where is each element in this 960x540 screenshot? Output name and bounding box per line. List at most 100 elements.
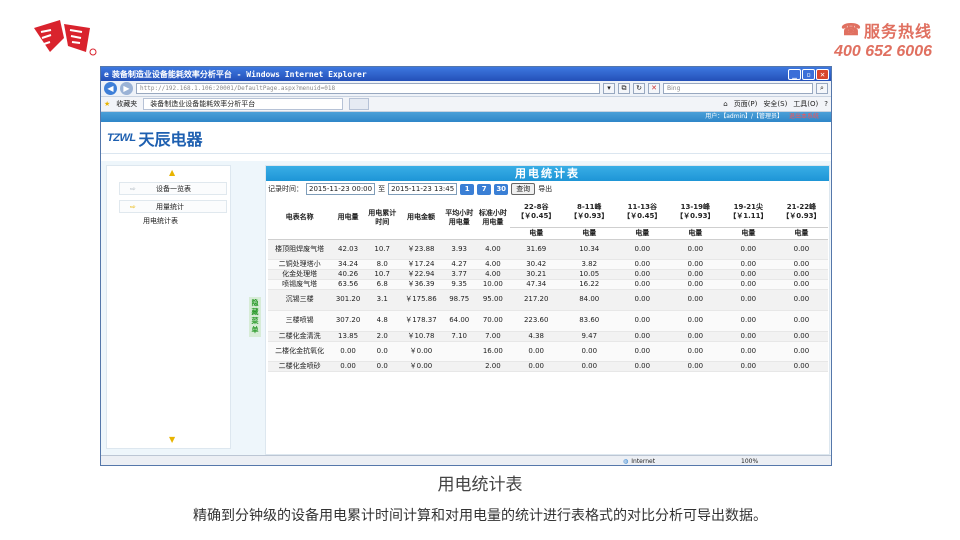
slide-caption: 用电统计表 xyxy=(437,475,523,495)
close-button[interactable]: ✕ xyxy=(816,68,829,80)
cell-p1: 4.38 xyxy=(509,331,563,342)
cell-p6: 0.00 xyxy=(774,259,828,270)
zone-label: Internet xyxy=(631,457,656,465)
cell-p2: 83.60 xyxy=(562,310,616,332)
table-row: 喷锡废气塔 63.56 6.8 ￥36.39 9.35 10.00 47.34 … xyxy=(268,279,828,290)
cell-avg: 7.10 xyxy=(442,331,477,342)
cell-time: 0.0 xyxy=(364,341,400,362)
header-sub: 电量 xyxy=(721,227,775,240)
cell-avg: 3.93 xyxy=(442,239,477,260)
minimize-button[interactable]: _ xyxy=(788,68,801,80)
header-usage: 用电量 xyxy=(331,197,365,240)
cell-p2: 3.82 xyxy=(562,259,616,270)
compat-icon[interactable]: ⧉ xyxy=(618,83,630,94)
address-bar: ◀ ▶ http://192.168.1.106:20001/DefaultPa… xyxy=(101,81,831,97)
cell-time: 4.8 xyxy=(364,310,400,332)
cell-p3: 0.00 xyxy=(615,269,669,280)
browser-tab[interactable]: 装备制造业设备能耗效率分析平台 xyxy=(143,98,344,110)
sidebar-item-label: 设备一览表 xyxy=(156,185,191,193)
arrow-right-icon: ⇨ xyxy=(130,185,136,193)
dropdown-icon[interactable]: ▾ xyxy=(603,83,615,94)
cell-p1: 0.00 xyxy=(509,361,563,372)
cell-p2: 84.00 xyxy=(562,289,616,311)
cell-usage: 42.03 xyxy=(331,239,365,260)
table-row: 化金处理塔 40.26 10.7 ￥22.94 3.77 4.00 30.21 … xyxy=(268,269,828,280)
sidebar-subitem-power-table[interactable]: 用电统计表 xyxy=(143,216,178,226)
cell-name: 喷锡废气塔 xyxy=(268,279,332,290)
cell-p4: 0.00 xyxy=(668,361,722,372)
cell-p3: 0.00 xyxy=(615,239,669,260)
hide-menu-toggle[interactable]: 隐藏菜单 xyxy=(249,297,261,337)
cell-avg: 9.35 xyxy=(442,279,477,290)
maximize-button[interactable]: ▫ xyxy=(802,68,815,80)
favorites-star-icon[interactable]: ★ xyxy=(104,100,110,108)
cell-p5: 0.00 xyxy=(721,361,775,372)
cell-std: 16.00 xyxy=(476,341,510,362)
window-titlebar[interactable]: e 装备制造业设备能耗效率分析平台 - Windows Internet Exp… xyxy=(101,67,831,81)
home-icon[interactable]: ⌂ xyxy=(723,100,727,108)
cell-std: 4.00 xyxy=(476,259,510,270)
favorites-button[interactable]: 收藏夹 xyxy=(116,99,137,109)
status-bar: ◍ Internet 100% xyxy=(101,455,831,465)
zoom-control[interactable]: 100% xyxy=(741,458,758,465)
end-time-input[interactable]: 2015-11-23 13:45 xyxy=(388,183,458,195)
search-icon[interactable]: ⌕ xyxy=(816,83,828,94)
table-row: 二楼化金清洗 13.85 2.0 ￥10.78 7.10 7.00 4.38 9… xyxy=(268,331,828,342)
header-sub: 电量 xyxy=(509,227,563,240)
start-time-input[interactable]: 2015-11-23 00:00 xyxy=(306,183,376,195)
arrow-up-icon[interactable]: ▲ xyxy=(169,168,175,177)
range-1-button[interactable]: 1 xyxy=(460,183,475,195)
range-30-button[interactable]: 30 xyxy=(494,183,509,195)
brand: TZWL 天辰电器 xyxy=(107,126,203,150)
cell-p3: 0.00 xyxy=(615,331,669,342)
cell-p6: 0.00 xyxy=(774,289,828,311)
arrow-down-icon[interactable]: ▼ xyxy=(169,435,175,444)
new-tab-button[interactable] xyxy=(349,98,370,110)
hotline-label: 服务热线 xyxy=(863,24,932,41)
cell-p4: 0.00 xyxy=(668,269,722,280)
table-row: 沉锡三楼 301.20 3.1 ￥175.86 98.75 95.00 217.… xyxy=(268,289,828,311)
cell-p1: 0.00 xyxy=(509,341,563,362)
table-row: 二楼化金抗氧化 0.00 0.0 ￥0.00 16.00 0.00 0.00 0… xyxy=(268,341,828,362)
brand-mark: TZWL xyxy=(107,131,136,144)
user-bar: 用户：【admin】/【管理员】 退出本系统 xyxy=(101,112,831,122)
search-input[interactable]: Bing xyxy=(663,83,813,94)
address-input[interactable]: http://192.168.1.106:20001/DefaultPage.a… xyxy=(136,83,600,94)
cell-p5: 0.00 xyxy=(721,259,775,270)
window-title: 装备制造业设备能耗效率分析平台 - Windows Internet Explo… xyxy=(111,69,367,79)
safety-menu[interactable]: 安全(S) xyxy=(763,99,787,109)
cell-amount: ￥22.94 xyxy=(399,269,443,280)
cell-usage: 13.85 xyxy=(331,331,365,342)
cell-p4: 0.00 xyxy=(668,279,722,290)
query-button[interactable]: 查询 xyxy=(511,183,536,195)
forward-icon[interactable]: ▶ xyxy=(120,82,133,95)
cell-time: 10.7 xyxy=(364,239,400,260)
cell-p5: 0.00 xyxy=(721,331,775,342)
cell-name: 二铜处理塔小 xyxy=(268,259,332,270)
cell-std: 95.00 xyxy=(476,289,510,311)
sidebar-item-device-list[interactable]: ⇨ 设备一览表 xyxy=(119,182,227,195)
cell-usage: 63.56 xyxy=(331,279,365,290)
cell-amount: ￥175.86 xyxy=(399,289,443,311)
cell-p6: 0.00 xyxy=(774,331,828,342)
back-icon[interactable]: ◀ xyxy=(104,82,117,95)
sidebar-item-usage-stats[interactable]: ⇨ 用量统计 xyxy=(119,200,227,213)
header-period-6: 21-22峰【￥0.93】 xyxy=(774,197,828,228)
refresh-icon[interactable]: ↻ xyxy=(633,83,645,94)
cell-p3: 0.00 xyxy=(615,289,669,311)
cell-p4: 0.00 xyxy=(668,341,722,362)
cell-usage: 301.20 xyxy=(331,289,365,311)
cell-usage: 34.24 xyxy=(331,259,365,270)
cell-usage: 40.26 xyxy=(331,269,365,280)
tools-menu[interactable]: 工具(O) xyxy=(793,99,818,109)
stop-icon[interactable]: ✕ xyxy=(648,83,660,94)
header-time: 用电累计时间 xyxy=(364,197,400,240)
hotline: ☎ 服务热线 400 652 6006 xyxy=(834,18,932,61)
logout-link[interactable]: 退出本系统 xyxy=(789,113,819,120)
range-7-button[interactable]: 7 xyxy=(477,183,492,195)
page-menu[interactable]: 页面(P) xyxy=(734,99,758,109)
cell-time: 8.0 xyxy=(364,259,400,270)
export-button[interactable]: 导出 xyxy=(538,184,552,194)
cell-usage: 0.00 xyxy=(331,361,365,372)
help-icon[interactable]: ? xyxy=(824,100,828,108)
